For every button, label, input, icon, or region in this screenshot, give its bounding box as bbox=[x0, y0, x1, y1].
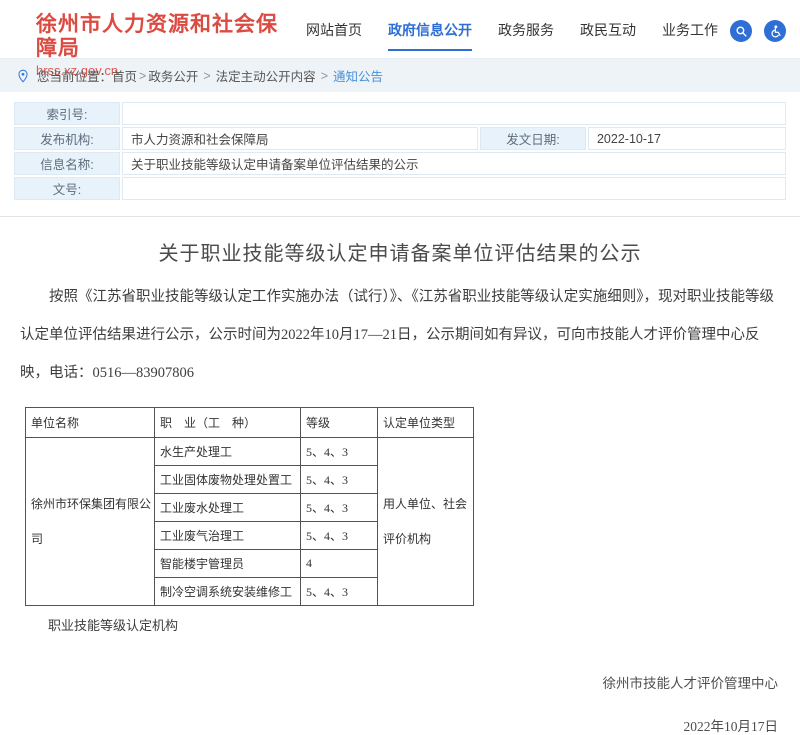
cell-level: 5、4、3 bbox=[301, 522, 378, 550]
cell-level: 5、4、3 bbox=[301, 438, 378, 466]
nav-item-home[interactable]: 网站首页 bbox=[306, 20, 362, 51]
table-footnote: 职业技能等级认定机构 bbox=[48, 615, 800, 634]
document-meta-section: 索引号: 发布机构: 市人力资源和社会保障局 发文日期: 2022-10-17 … bbox=[0, 92, 800, 202]
cell-level: 5、4、3 bbox=[301, 466, 378, 494]
signature-org: 徐州市技能人才评价管理中心 bbox=[0, 672, 778, 692]
meta-value-index bbox=[122, 102, 786, 125]
col-header-unit-type: 认定单位类型 bbox=[378, 408, 474, 438]
cell-unit-name: 徐州市环保集团有限公司 bbox=[26, 438, 155, 606]
meta-value-docno bbox=[122, 177, 786, 200]
main-nav: 网站首页 政府信息公开 政务服务 政民互动 业务工作 bbox=[280, 20, 786, 51]
cell-occupation: 智能楼宇管理员 bbox=[155, 550, 301, 578]
breadcrumb-link-home[interactable]: 首页 bbox=[112, 66, 137, 85]
accessibility-button[interactable] bbox=[764, 20, 786, 42]
cell-level: 4 bbox=[301, 550, 378, 578]
meta-label-date: 发文日期: bbox=[480, 127, 586, 150]
signature-date: 2022年10月17日 bbox=[0, 715, 778, 735]
search-button[interactable] bbox=[730, 20, 752, 42]
meta-value-name: 关于职业技能等级认定申请备案单位评估结果的公示 bbox=[122, 152, 786, 175]
meta-label-docno: 文号: bbox=[14, 177, 120, 200]
cell-unit-type: 用人单位、社会评价机构 bbox=[378, 438, 474, 606]
nav-item-services[interactable]: 政务服务 bbox=[498, 20, 554, 51]
article-title: 关于职业技能等级认定申请备案单位评估结果的公示 bbox=[0, 237, 800, 266]
breadcrumb-link-statutory-content[interactable]: 法定主动公开内容 bbox=[216, 66, 316, 85]
breadcrumb-separator: > bbox=[321, 69, 328, 83]
site-title: 徐州市人力资源和社会保障局 bbox=[36, 13, 280, 61]
nav-item-interaction[interactable]: 政民互动 bbox=[580, 20, 636, 51]
cell-occupation: 工业固体废物处理处置工 bbox=[155, 466, 301, 494]
cell-occupation: 水生产处理工 bbox=[155, 438, 301, 466]
location-pin-icon bbox=[16, 69, 30, 83]
meta-row-name: 信息名称: 关于职业技能等级认定申请备案单位评估结果的公示 bbox=[14, 152, 786, 175]
article-paragraph: 按照《江苏省职业技能等级认定工作实施办法（试行）》、《江苏省职业技能等级认定实施… bbox=[20, 278, 784, 392]
nav-item-gov-info[interactable]: 政府信息公开 bbox=[388, 20, 472, 51]
breadcrumb-prefix: 您当前位置： bbox=[37, 66, 112, 85]
cell-occupation: 制冷空调系统安装维修工 bbox=[155, 578, 301, 606]
breadcrumb-separator: > bbox=[139, 69, 146, 83]
meta-value-date: 2022-10-17 bbox=[588, 127, 786, 150]
search-icon bbox=[735, 25, 748, 38]
meta-row-agency-date: 发布机构: 市人力资源和社会保障局 发文日期: 2022-10-17 bbox=[14, 127, 786, 150]
site-header: 徐州市人力资源和社会保障局 hrss.xz.gov.cn 网站首页 政府信息公开… bbox=[0, 0, 800, 58]
cell-occupation: 工业废气治理工 bbox=[155, 522, 301, 550]
section-divider bbox=[0, 216, 800, 217]
table-header-row: 单位名称 职 业（工 种） 等级 认定单位类型 bbox=[26, 408, 474, 438]
meta-label-index: 索引号: bbox=[14, 102, 120, 125]
meta-row-index: 索引号: bbox=[14, 102, 786, 125]
accessibility-icon bbox=[768, 24, 782, 38]
col-header-occupation: 职 业（工 种） bbox=[155, 408, 301, 438]
document-meta-table: 索引号: 发布机构: 市人力资源和社会保障局 发文日期: 2022-10-17 … bbox=[12, 100, 788, 202]
breadcrumb-link-gov-open[interactable]: 政务公开 bbox=[148, 66, 198, 85]
nav-item-business[interactable]: 业务工作 bbox=[662, 20, 718, 51]
meta-value-agency: 市人力资源和社会保障局 bbox=[122, 127, 478, 150]
article: 关于职业技能等级认定申请备案单位评估结果的公示 按照《江苏省职业技能等级认定工作… bbox=[0, 237, 800, 735]
assessment-result-table: 单位名称 职 业（工 种） 等级 认定单位类型 徐州市环保集团有限公司 水生产处… bbox=[25, 407, 474, 606]
meta-label-agency: 发布机构: bbox=[14, 127, 120, 150]
breadcrumb-link-notices[interactable]: 通知公告 bbox=[333, 66, 383, 85]
cell-level: 5、4、3 bbox=[301, 578, 378, 606]
col-header-level: 等级 bbox=[301, 408, 378, 438]
meta-label-name: 信息名称: bbox=[14, 152, 120, 175]
meta-row-docno: 文号: bbox=[14, 177, 786, 200]
col-header-unit-name: 单位名称 bbox=[26, 408, 155, 438]
table-row: 徐州市环保集团有限公司 水生产处理工 5、4、3 用人单位、社会评价机构 bbox=[26, 438, 474, 466]
breadcrumb-separator: > bbox=[203, 69, 210, 83]
cell-occupation: 工业废水处理工 bbox=[155, 494, 301, 522]
cell-level: 5、4、3 bbox=[301, 494, 378, 522]
